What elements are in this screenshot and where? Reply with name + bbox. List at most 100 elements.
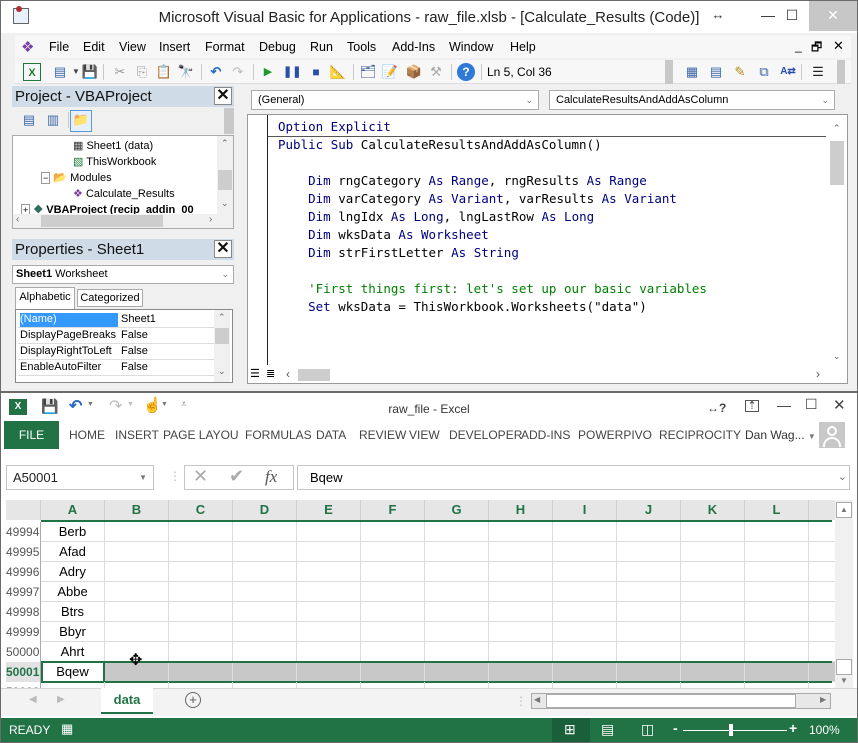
select-all-corner[interactable] bbox=[6, 500, 41, 520]
help-icon[interactable]: ↔? bbox=[707, 401, 726, 415]
cell[interactable] bbox=[553, 542, 617, 562]
cell[interactable] bbox=[233, 662, 297, 682]
hscroll-thumb[interactable] bbox=[546, 694, 796, 708]
help-icon[interactable]: ? bbox=[457, 63, 475, 81]
property-row[interactable]: DisplayPageBreaks False bbox=[18, 328, 214, 344]
menu-edit[interactable]: Edit bbox=[83, 40, 105, 54]
cell[interactable] bbox=[105, 582, 169, 602]
cell-a[interactable]: Afad bbox=[41, 542, 105, 562]
cell[interactable] bbox=[681, 642, 745, 662]
cell[interactable] bbox=[489, 582, 553, 602]
next-sheet-icon[interactable]: ▶ bbox=[57, 694, 65, 705]
code-comment-line[interactable]: 'First things first: let's set up our ba… bbox=[278, 281, 707, 296]
cell[interactable] bbox=[233, 562, 297, 582]
child-minimize-button[interactable]: _ bbox=[795, 39, 802, 53]
zoom-slider-track[interactable] bbox=[683, 730, 787, 731]
confirm-entry-icon[interactable]: ✔ bbox=[229, 466, 244, 487]
cell[interactable] bbox=[553, 622, 617, 642]
column-header-D[interactable]: D bbox=[233, 500, 297, 520]
scroll-up-icon[interactable]: ▲ bbox=[836, 502, 852, 518]
properties-vscrollbar[interactable]: ⌃ ⌄ bbox=[214, 310, 230, 382]
tab-insert[interactable]: INSERT bbox=[115, 428, 159, 442]
cell[interactable] bbox=[105, 542, 169, 562]
cell[interactable] bbox=[745, 542, 809, 562]
quick-info-icon[interactable]: ✎ bbox=[731, 63, 749, 81]
save-icon[interactable]: 💾 bbox=[81, 63, 99, 81]
cell[interactable] bbox=[745, 602, 809, 622]
copy-icon[interactable]: ⎘ bbox=[133, 63, 151, 81]
cell[interactable] bbox=[489, 542, 553, 562]
tab-alphabetic[interactable]: Alphabetic bbox=[15, 287, 75, 309]
cell[interactable] bbox=[553, 582, 617, 602]
hscroll-thumb[interactable] bbox=[41, 215, 163, 227]
child-close-button[interactable]: ✕ bbox=[833, 38, 844, 54]
cell[interactable] bbox=[105, 622, 169, 642]
cell[interactable] bbox=[553, 602, 617, 622]
procedure-dropdown[interactable]: CalculateResultsAndAddAsColumn ⌄ bbox=[549, 90, 835, 110]
hscroll-thumb[interactable] bbox=[298, 369, 330, 381]
prev-sheet-icon[interactable]: ◀ bbox=[29, 694, 37, 705]
code-line[interactable]: Dim wksData As Worksheet bbox=[278, 227, 489, 242]
cell[interactable] bbox=[745, 522, 809, 542]
tab-home[interactable]: HOME bbox=[69, 428, 105, 442]
cell[interactable] bbox=[553, 522, 617, 542]
cell[interactable] bbox=[489, 662, 553, 682]
properties-window-icon[interactable]: 📝 bbox=[381, 63, 399, 81]
pane-toolbar-overflow[interactable] bbox=[224, 108, 234, 134]
cell[interactable] bbox=[297, 622, 361, 642]
column-header-H[interactable]: H bbox=[489, 500, 553, 520]
tree-item-modules[interactable]: − 📂 Modules bbox=[41, 171, 112, 184]
tree-item-sheet1[interactable]: ▦ Sheet1 (data) bbox=[73, 139, 153, 152]
child-restore-button[interactable]: 🗗 bbox=[811, 38, 822, 59]
row-header[interactable]: 49999 bbox=[6, 622, 41, 642]
cell[interactable] bbox=[361, 662, 425, 682]
list-constants-icon[interactable]: ▤ bbox=[707, 63, 725, 81]
sheet-hscrollbar[interactable]: ◀ ▶ bbox=[531, 693, 831, 709]
cell[interactable] bbox=[425, 602, 489, 622]
menu-format[interactable]: Format bbox=[205, 40, 245, 54]
expand-formula-bar-icon[interactable]: ⌄ bbox=[838, 466, 847, 489]
cell[interactable] bbox=[425, 622, 489, 642]
cell[interactable] bbox=[169, 522, 233, 542]
tab-view[interactable]: VIEW bbox=[409, 428, 440, 442]
formula-bar-grip[interactable]: ⋮ bbox=[169, 469, 181, 483]
cancel-entry-icon[interactable]: ✕ bbox=[193, 466, 208, 487]
cell[interactable] bbox=[297, 662, 361, 682]
cell[interactable] bbox=[169, 622, 233, 642]
code-editor[interactable]: Option Explicit Public Sub CalculateResu… bbox=[247, 114, 848, 384]
menu-file[interactable]: File bbox=[49, 40, 69, 54]
scroll-down-icon[interactable]: ⌄ bbox=[221, 198, 229, 209]
design-mode-icon[interactable]: 📐 bbox=[329, 63, 347, 81]
cell[interactable] bbox=[489, 522, 553, 542]
list-properties-icon[interactable]: ▦ bbox=[683, 63, 701, 81]
column-header-I[interactable]: I bbox=[553, 500, 617, 520]
cell-a[interactable]: Ahrt bbox=[41, 642, 105, 662]
cell[interactable] bbox=[617, 542, 681, 562]
tab-file[interactable]: FILE bbox=[4, 421, 59, 449]
cell[interactable] bbox=[169, 582, 233, 602]
cell[interactable] bbox=[233, 622, 297, 642]
parameter-info-icon[interactable]: ⧉ bbox=[755, 63, 773, 81]
cell[interactable] bbox=[297, 562, 361, 582]
user-account[interactable]: Dan Wag... ▼ bbox=[745, 428, 816, 442]
cell-a[interactable]: Adry bbox=[41, 562, 105, 582]
cell-a[interactable]: Bbyr bbox=[41, 622, 105, 642]
paste-icon[interactable]: 📋 bbox=[155, 63, 173, 81]
worksheet-grid[interactable]: A B C D E F G H I J K L 49994 Berb 49995 Afad 49996 Adry 4… bbox=[6, 500, 839, 694]
cell-a[interactable]: Berb bbox=[41, 522, 105, 542]
row-header[interactable]: 50001 bbox=[6, 662, 41, 682]
property-row[interactable]: EnableAutoFilter False bbox=[18, 360, 214, 376]
menu-debug[interactable]: Debug bbox=[259, 40, 296, 54]
column-header-L[interactable]: L bbox=[745, 500, 809, 520]
zoom-slider-thumb[interactable] bbox=[729, 724, 733, 736]
cell[interactable] bbox=[297, 582, 361, 602]
cell[interactable] bbox=[169, 662, 233, 682]
cell[interactable] bbox=[169, 542, 233, 562]
tree-item-calculate-results[interactable]: ❖ Calculate_Results bbox=[73, 187, 175, 200]
cell[interactable] bbox=[681, 602, 745, 622]
row-header[interactable]: 49997 bbox=[6, 582, 41, 602]
indent-icon[interactable]: ☰ bbox=[809, 63, 827, 81]
tree-item-thisworkbook[interactable]: ▧ ThisWorkbook bbox=[73, 155, 156, 168]
column-header-C[interactable]: C bbox=[169, 500, 233, 520]
tab-page-layout[interactable]: PAGE LAYOU bbox=[163, 428, 239, 442]
